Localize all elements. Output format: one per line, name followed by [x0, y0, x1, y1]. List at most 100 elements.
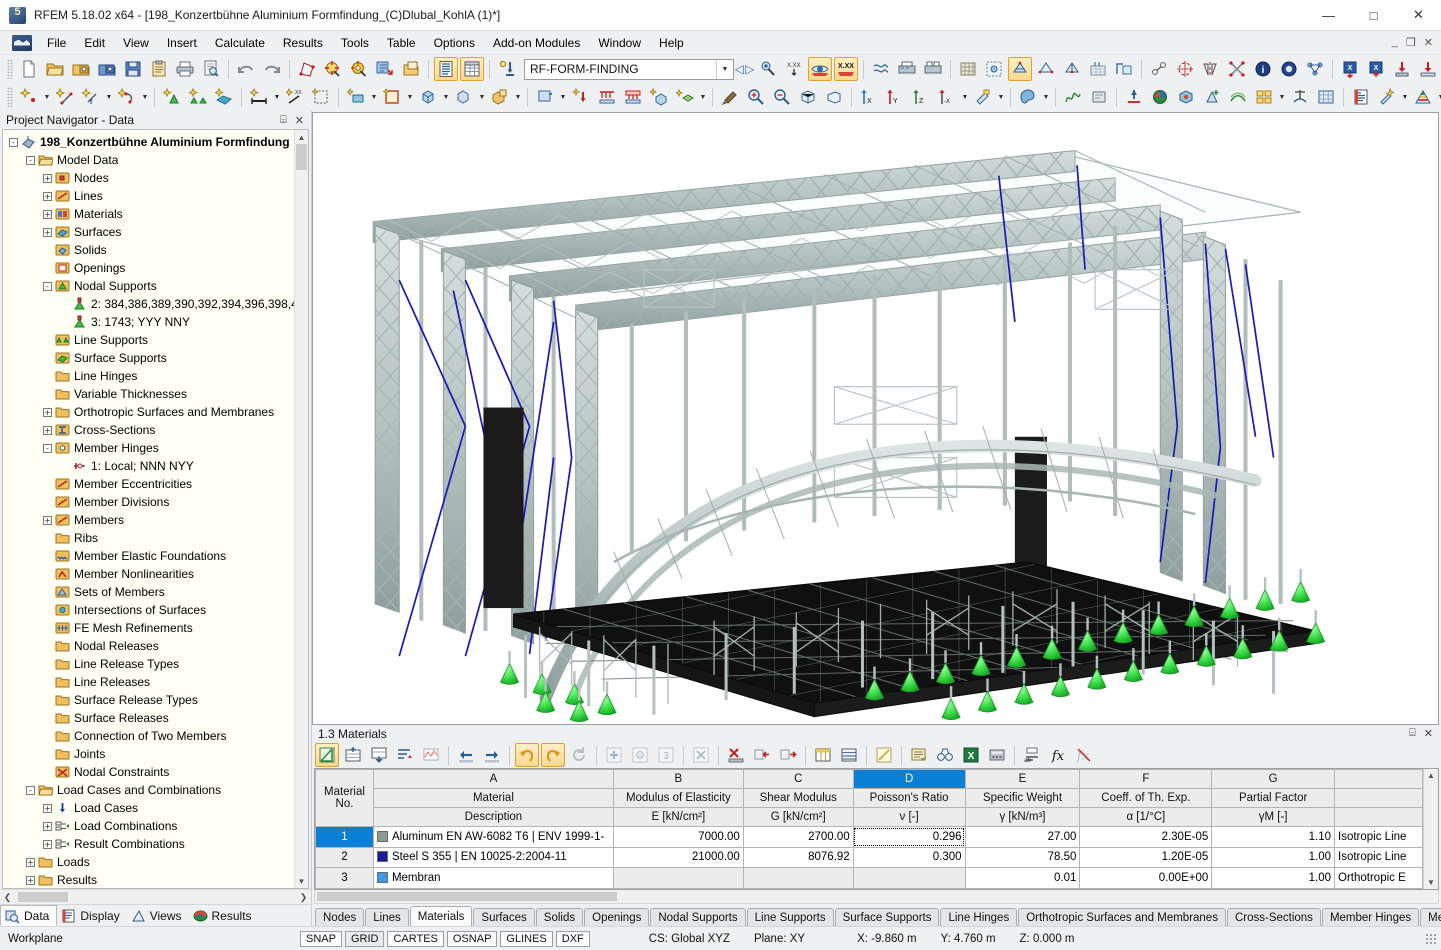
partial-factor-cell[interactable]: 1.00 [1211, 846, 1336, 869]
table-row[interactable]: 1 Aluminum EN AW-6082 T6 | ENV 1999-1- 700… [315, 826, 1423, 848]
move-down-icon[interactable] [367, 743, 391, 767]
sheet-tab-nodes[interactable]: Nodes [315, 908, 365, 926]
column-letter-header[interactable]: F [1079, 769, 1213, 789]
mirror-icon[interactable] [1199, 57, 1223, 81]
column-letter-header[interactable]: B [612, 769, 744, 789]
thermal-expansion-cell[interactable]: 0.00E+00 [1079, 867, 1213, 889]
tree-item[interactable]: Variable Thicknesses [3, 385, 294, 403]
menu-view[interactable]: View [114, 34, 158, 52]
row-number-cell[interactable]: 1 [315, 826, 374, 848]
column-letter-header[interactable]: Material No. [315, 769, 374, 827]
scroll-up-icon[interactable]: ▲ [1427, 771, 1435, 780]
tables-icon[interactable] [434, 57, 458, 81]
scroll-left-icon[interactable]: ❮ [0, 892, 15, 903]
tree-item[interactable]: - 198_Konzertbühne Aluminium Formfindung [3, 133, 294, 151]
tree-expand-icon[interactable]: + [43, 209, 52, 219]
detail-icon[interactable] [399, 57, 423, 81]
status-flag-snap[interactable]: SNAP [300, 930, 342, 947]
tree-expand-icon[interactable]: + [43, 173, 52, 183]
tree-item[interactable]: + Result Combinations [3, 835, 294, 853]
axis-xy-icon[interactable]: -X [935, 85, 959, 109]
export-xls2-icon[interactable]: X [1364, 57, 1388, 81]
navigator-tree[interactable]: -198_Konzertbühne Aluminium Formfindung -… [3, 130, 294, 888]
tree-item[interactable]: Solids [3, 241, 294, 259]
menu-calculate[interactable]: Calculate [206, 34, 274, 52]
tree-expand-icon[interactable]: + [43, 803, 52, 813]
poissons-ratio-cell[interactable] [852, 867, 966, 889]
tree-item[interactable]: Member Nonlinearities [3, 565, 294, 583]
menu-tools[interactable]: Tools [332, 34, 378, 52]
calc-all-icon[interactable] [1060, 57, 1084, 81]
tree-item[interactable]: Member Eccentricities [3, 475, 294, 493]
grid-horizontal-scrollbar[interactable] [314, 890, 1439, 904]
time-icon[interactable] [1087, 85, 1111, 109]
redo-table-icon[interactable] [541, 743, 565, 767]
status-flag-glines[interactable]: GLINES [500, 930, 553, 947]
prev-case-icon[interactable]: ◁ [734, 62, 745, 76]
sheet-tab-surface-supports[interactable]: Surface Supports [834, 908, 940, 926]
status-flag-osnap[interactable]: OSNAP [446, 930, 498, 947]
mdi-restore-button[interactable]: ❐ [1406, 36, 1416, 49]
new-nodal-load-icon[interactable] [569, 85, 593, 109]
tree-item[interactable]: Line Hinges [3, 367, 294, 385]
zoom-in-icon[interactable] [744, 85, 768, 109]
open-model-icon[interactable] [69, 57, 93, 81]
tree-vertical-scrollbar[interactable]: ▲ ▼ [294, 130, 308, 888]
color-result-icon[interactable] [1148, 85, 1172, 109]
chevron-down-icon[interactable]: ▼ [272, 85, 282, 109]
material-model-cell[interactable]: Isotropic Line [1334, 846, 1423, 869]
chevron-down-icon[interactable]: ▼ [405, 85, 415, 109]
cleanup-icon[interactable] [718, 85, 742, 109]
tree-item[interactable]: Nodal Constraints [3, 763, 294, 781]
chevron-down-icon[interactable]: ▼ [558, 85, 568, 109]
column-letter-header[interactable]: A [372, 769, 614, 789]
snap-icon[interactable] [1147, 57, 1171, 81]
add-icon[interactable] [602, 743, 626, 767]
tree-expand-icon[interactable]: + [26, 857, 35, 867]
load-wizard-icon[interactable] [495, 57, 519, 81]
new-line-load-icon[interactable] [595, 85, 619, 109]
tree-item[interactable]: + Load Cases [3, 799, 294, 817]
new-solid-icon[interactable] [416, 85, 440, 109]
color-scale-icon[interactable] [1411, 85, 1435, 109]
mdi-minimize-button[interactable]: _ [1392, 36, 1398, 49]
menu-insert[interactable]: Insert [158, 34, 206, 52]
tree-item[interactable]: - Member Hinges [3, 439, 294, 457]
menu-edit[interactable]: Edit [75, 34, 114, 52]
shear-modulus-cell[interactable] [742, 867, 854, 889]
result-value-icon[interactable]: X.XX [834, 57, 858, 81]
save-icon[interactable] [121, 57, 145, 81]
info-icon[interactable]: i [1251, 57, 1275, 81]
status-flag-grid[interactable]: GRID [344, 930, 385, 947]
solid-result-icon[interactable] [1174, 85, 1198, 109]
chevron-down-icon[interactable]: ▼ [1041, 85, 1051, 109]
scroll-down-icon[interactable]: ▼ [295, 874, 308, 888]
navigator-tab-data[interactable]: Data [0, 905, 58, 926]
tree-item[interactable]: 2: 384,386,389,390,392,394,396,398,4 [3, 295, 294, 313]
circle-select-icon[interactable] [347, 57, 371, 81]
modulus-elasticity-cell[interactable]: 7000.00 [612, 826, 744, 848]
menu-addon-modules[interactable]: Add-on Modules [484, 34, 589, 52]
delete-selected-icon[interactable] [689, 743, 713, 767]
new-member-icon[interactable] [247, 85, 271, 109]
tree-item[interactable]: + Loads [3, 853, 294, 871]
sheet-tab-member-eccentricities[interactable]: Member Eccentricities [1420, 908, 1441, 926]
chevron-down-icon[interactable]: ▼ [960, 85, 970, 109]
clipboard-icon[interactable] [147, 57, 171, 81]
report-icon[interactable] [1349, 85, 1373, 109]
tree-expand-icon[interactable]: + [43, 227, 52, 237]
sheet-tab-openings[interactable]: Openings [584, 908, 650, 926]
column-letter-header[interactable]: E [964, 769, 1081, 789]
column-letter-header[interactable]: D [852, 769, 966, 789]
tree-item[interactable]: Sets of Members [3, 583, 294, 601]
sheet-tab-nodal-supports[interactable]: Nodal Supports [650, 908, 746, 926]
chevron-down-icon[interactable]: ▼ [1436, 85, 1441, 109]
partial-factor-cell[interactable]: 1.00 [1211, 867, 1336, 889]
chevron-down-icon[interactable]: ▼ [104, 85, 114, 109]
material-model-cell[interactable]: Isotropic Line [1334, 826, 1423, 848]
table-grid-icon[interactable] [460, 57, 484, 81]
menu-options[interactable]: Options [425, 34, 484, 52]
sheet-tab-line-hinges[interactable]: Line Hinges [940, 908, 1018, 926]
tree-expand-icon[interactable]: + [43, 821, 52, 831]
undo-table-icon[interactable] [515, 743, 539, 767]
